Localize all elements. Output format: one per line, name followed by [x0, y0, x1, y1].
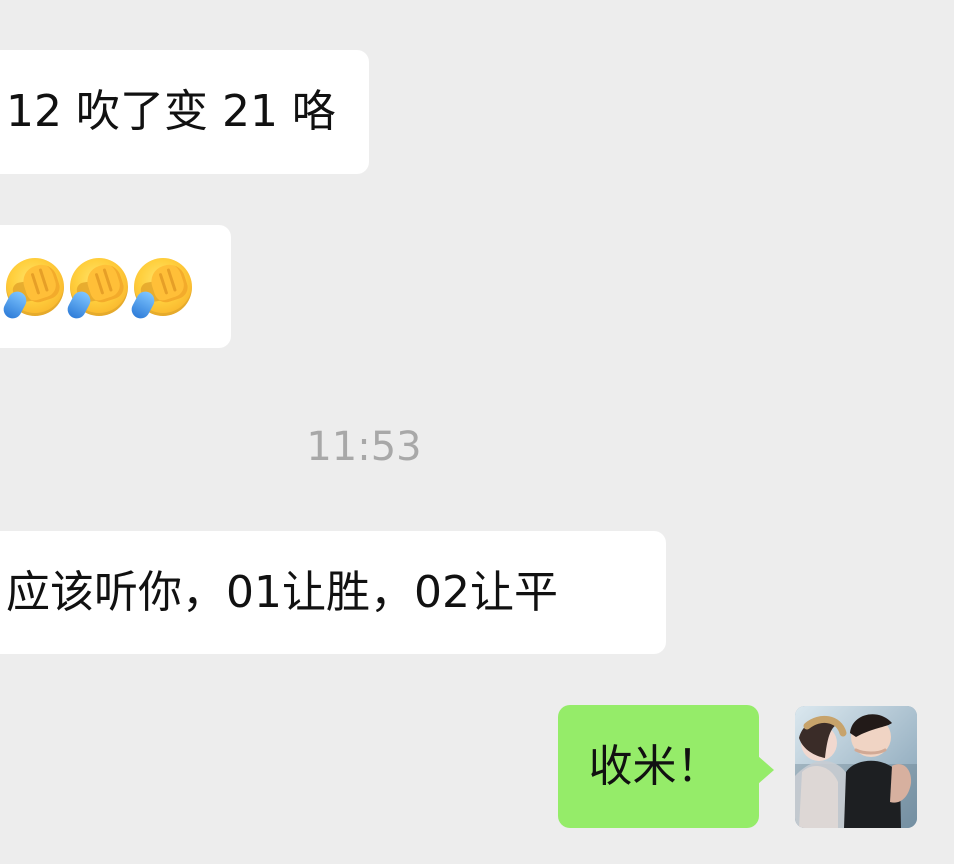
avatar-photo-icon: [795, 706, 917, 828]
incoming-message-bubble[interactable]: 12 吹了变 21 咯: [0, 50, 369, 174]
outgoing-message-bubble[interactable]: 收米！: [558, 705, 774, 828]
message-text: 收米！: [588, 740, 721, 792]
facepalm-emoji-icon: [6, 257, 64, 316]
user-avatar[interactable]: [795, 706, 917, 828]
incoming-message-bubble[interactable]: 应该听你，01让胜，02让平: [0, 531, 666, 654]
message-text: 应该听你，01让胜，02让平: [6, 566, 558, 618]
facepalm-emoji-icon: [134, 257, 192, 316]
incoming-emoji-bubble[interactable]: [0, 225, 231, 348]
message-text: 12 吹了变 21 咯: [6, 86, 336, 137]
emoji-group: [6, 257, 192, 316]
chat-window: 12 吹了变 21 咯 11:53 应该听你，01让胜，02让平 收米！: [0, 0, 954, 864]
facepalm-emoji-icon: [70, 257, 128, 316]
message-timestamp: 11:53: [306, 424, 422, 470]
